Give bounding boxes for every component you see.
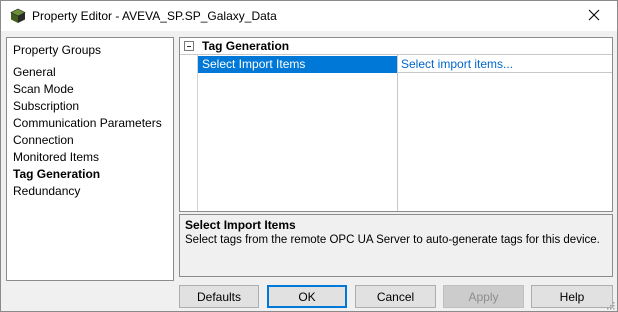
description-text: Select tags from the remote OPC UA Serve… [185, 234, 600, 246]
galaxy-cube-icon [10, 8, 26, 24]
description-title: Select Import Items [185, 218, 296, 232]
property-name[interactable]: Select Import Items [198, 56, 397, 73]
title-bar: Property Editor - AVEVA_SP.SP_Galaxy_Dat… [1, 1, 617, 31]
column-divider[interactable] [397, 55, 398, 211]
property-editor-window: Property Editor - AVEVA_SP.SP_Galaxy_Dat… [0, 0, 618, 312]
category-row: Tag Generation [180, 38, 612, 55]
apply-button[interactable]: Apply [443, 285, 524, 308]
group-item-general[interactable]: General [13, 64, 162, 81]
defaults-button[interactable]: Defaults [179, 285, 259, 308]
group-item-scan-mode[interactable]: Scan Mode [13, 81, 162, 98]
close-button[interactable] [571, 1, 617, 31]
property-grid: Tag Generation Select Import Items Selec… [179, 37, 613, 212]
property-row[interactable]: Select Import Items Select import items.… [180, 56, 612, 73]
group-item-redundancy[interactable]: Redundancy [13, 183, 162, 200]
close-icon [588, 9, 600, 24]
cancel-button[interactable]: Cancel [355, 285, 436, 308]
description-panel: Select Import Items Select tags from the… [179, 214, 613, 277]
group-item-communication-parameters[interactable]: Communication Parameters [13, 115, 162, 132]
property-groups-header: Property Groups [13, 43, 102, 57]
help-button[interactable]: Help [531, 285, 613, 308]
group-item-monitored-items[interactable]: Monitored Items [13, 149, 162, 166]
group-item-connection[interactable]: Connection [13, 132, 162, 149]
category-label: Tag Generation [202, 39, 290, 53]
resize-grip-icon[interactable] [605, 299, 615, 310]
ok-button[interactable]: OK [267, 285, 347, 308]
property-groups-panel: Property Groups General Scan Mode Subscr… [6, 37, 174, 281]
group-item-tag-generation[interactable]: Tag Generation [13, 166, 162, 183]
grid-gutter [180, 55, 198, 211]
collapse-icon[interactable] [184, 41, 194, 51]
window-title: Property Editor - AVEVA_SP.SP_Galaxy_Dat… [32, 9, 277, 23]
property-groups-list: General Scan Mode Subscription Communica… [13, 64, 162, 200]
group-item-subscription[interactable]: Subscription [13, 98, 162, 115]
property-value-link[interactable]: Select import items... [398, 56, 612, 73]
